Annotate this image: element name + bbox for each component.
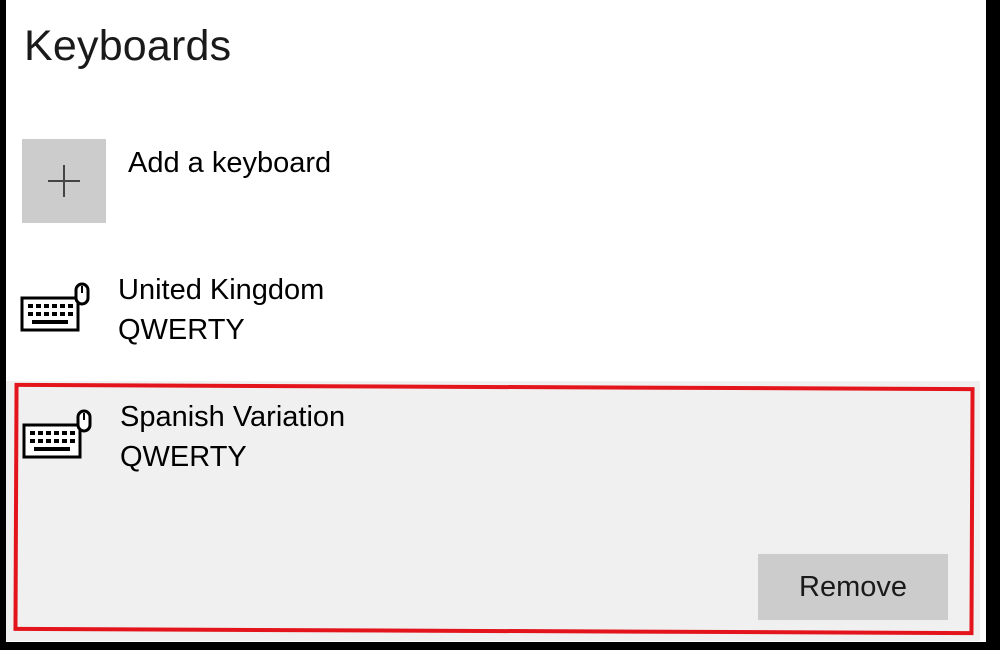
remove-button[interactable]: Remove [758, 554, 948, 620]
keyboard-name: Spanish Variation [120, 401, 346, 433]
keyboard-icon [20, 282, 90, 332]
keyboard-name: United Kingdom [118, 274, 325, 306]
keyboard-item-united-kingdom[interactable]: United Kingdom QWERTY [20, 274, 920, 364]
keyboard-layout: QWERTY [120, 441, 247, 473]
page-title: Keyboards [24, 22, 232, 70]
keyboard-item-spanish-variation[interactable]: Spanish Variation QWERTY [22, 401, 922, 491]
keyboard-layout: QWERTY [118, 314, 245, 346]
add-keyboard-label: Add a keyboard [128, 147, 332, 179]
keyboard-icon [22, 409, 92, 459]
add-keyboard-button[interactable]: Add a keyboard [22, 139, 522, 223]
plus-icon [48, 165, 80, 197]
add-keyboard-tile[interactable] [22, 139, 106, 223]
